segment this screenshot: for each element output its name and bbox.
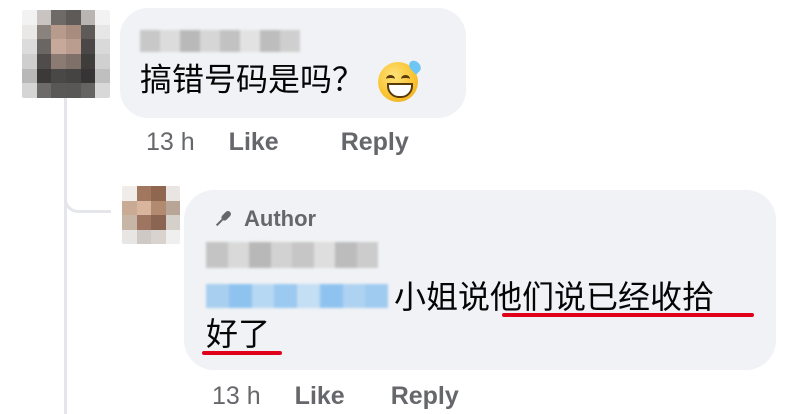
comment-like-button[interactable]: Like: [229, 128, 279, 157]
commenter-name-redacted[interactable]: [140, 30, 300, 52]
reply-actions: 13 h Like Reply: [212, 382, 459, 411]
commenter-avatar[interactable]: [22, 10, 110, 98]
author-name-redacted[interactable]: [206, 242, 378, 268]
highlight-underline-1: [502, 313, 754, 317]
comment-reply-button[interactable]: Reply: [341, 128, 409, 157]
comment-text: 搞错号码是吗？: [140, 61, 365, 98]
reply-connector-curve: [64, 180, 111, 213]
highlight-underline-2: [202, 351, 282, 355]
thread-connector-line: [64, 96, 67, 414]
author-badge: Author: [212, 206, 316, 232]
microphone-icon: [212, 208, 234, 230]
comment-text-row: 搞错号码是吗？: [140, 58, 424, 102]
reply-text-line-2: 好了: [206, 316, 271, 352]
sweat-smile-emoji-icon: [378, 58, 424, 102]
reply-text-line-1: 小姐说他们说已经收拾: [394, 279, 715, 315]
mentioned-user-redacted[interactable]: [206, 284, 388, 308]
comment-actions: 13 h Like Reply: [146, 128, 409, 157]
reply-timestamp[interactable]: 13 h: [212, 382, 261, 411]
reply-like-button[interactable]: Like: [295, 382, 345, 411]
comment-timestamp[interactable]: 13 h: [146, 128, 195, 157]
author-badge-label: Author: [244, 206, 317, 231]
author-avatar[interactable]: [122, 186, 180, 244]
reply-reply-button[interactable]: Reply: [391, 382, 459, 411]
